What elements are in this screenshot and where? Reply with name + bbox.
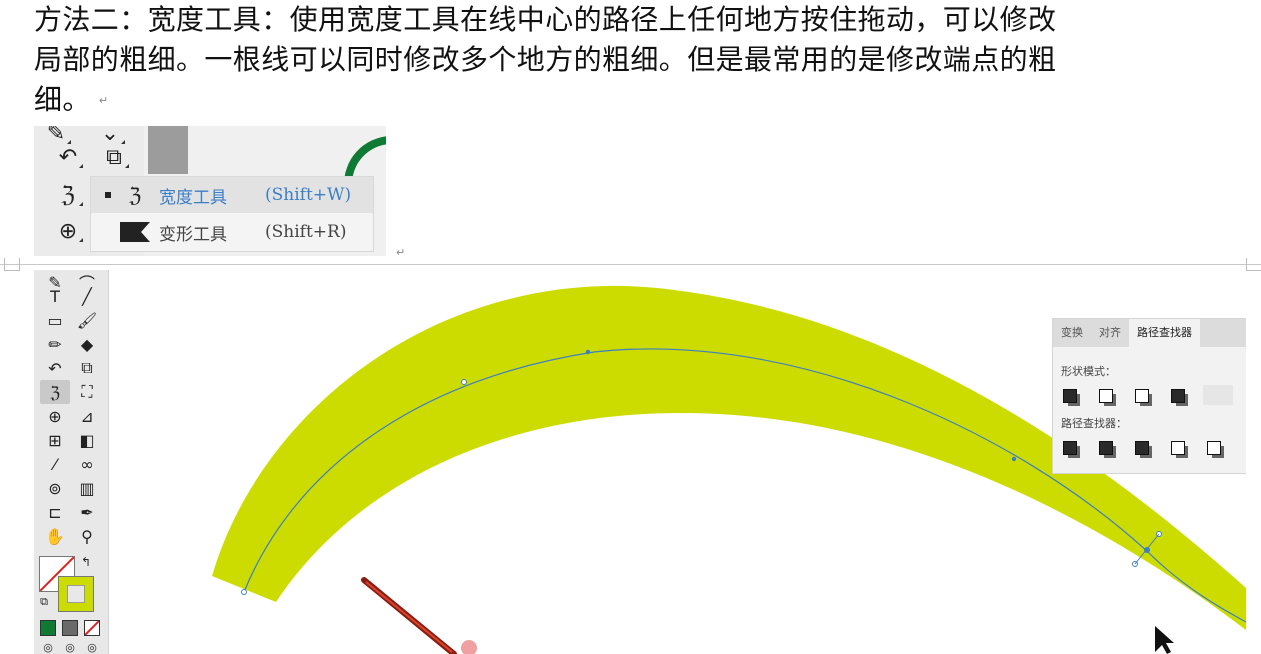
- shape-modes-row: [1059, 385, 1233, 407]
- rectangle-tool-icon[interactable]: ▭: [40, 308, 70, 332]
- merge-button[interactable]: [1131, 437, 1153, 459]
- document-paragraph: 方法二：宽度工具：使用宽度工具在线中心的路径上任何地方按住拖动，可以修改 局部的…: [34, 0, 1249, 121]
- width-tool-icon[interactable]: ℨ: [40, 380, 70, 404]
- perspective-grid-icon[interactable]: ⊿: [72, 404, 102, 428]
- expand-button[interactable]: [1203, 385, 1233, 405]
- free-transform-icon[interactable]: ⛶: [72, 380, 102, 404]
- shape-modes-label: 形状模式：: [1061, 365, 1116, 378]
- slice-tool-icon[interactable]: ✒: [72, 500, 102, 524]
- pencil-tool-icon[interactable]: ✏: [40, 332, 70, 356]
- eraser-tool-icon[interactable]: ◆: [72, 332, 102, 356]
- flyout-item-shortcut: (Shift+R): [265, 222, 347, 242]
- divide-button[interactable]: [1059, 437, 1081, 459]
- rotate-icon[interactable]: ↶: [50, 142, 86, 172]
- tab-transform[interactable]: 变换: [1053, 319, 1091, 347]
- scale-tool-icon[interactable]: ⧉: [72, 356, 102, 380]
- pathfinders-row: [1059, 437, 1225, 459]
- minus-front-button[interactable]: [1095, 385, 1117, 407]
- trim-button[interactable]: [1095, 437, 1117, 459]
- draw-behind-icon[interactable]: ◎: [60, 640, 80, 654]
- flyout-item-width-tool[interactable]: ℨ 宽度工具 (Shift+W): [91, 177, 373, 213]
- width-point-marker: [1144, 547, 1150, 553]
- draw-inside-icon[interactable]: ◎: [82, 640, 102, 654]
- width-tool-icon: ℨ: [128, 183, 142, 207]
- stroke-color-swatch[interactable]: [58, 576, 94, 612]
- column-graph-icon[interactable]: ▥: [72, 476, 102, 500]
- rotate-tool-icon[interactable]: ↶: [40, 356, 70, 380]
- tool-flyout-menu: ℨ 宽度工具 (Shift+W) 变形工具 (Shift+R): [90, 176, 374, 252]
- pathfinders-label: 路径查找器：: [1061, 417, 1127, 430]
- outline-button[interactable]: [1203, 437, 1225, 459]
- default-colors-icon[interactable]: ⧉: [36, 594, 52, 610]
- pathfinder-panel: 变换 对齐 路径查找器 形状模式： 路径查找器：: [1052, 318, 1246, 474]
- selected-bullet-icon: [105, 192, 111, 198]
- draw-normal-icon[interactable]: ◎: [38, 640, 58, 654]
- scale-icon[interactable]: ⧉: [96, 142, 132, 172]
- paragraph-mark-icon: ↵: [396, 246, 406, 259]
- paragraph-line-3-text: 细。: [34, 83, 91, 116]
- anchor-point: [461, 379, 467, 385]
- artboard-tool-icon[interactable]: ⊏: [40, 500, 70, 524]
- line-tool-icon[interactable]: ╱: [72, 284, 102, 308]
- exclude-button[interactable]: [1167, 385, 1189, 407]
- gradient-tool-icon[interactable]: ◧: [72, 428, 102, 452]
- gradient-mode-icon[interactable]: [62, 620, 78, 636]
- shape-builder-icon[interactable]: ⊕: [50, 216, 86, 246]
- mesh-tool-icon[interactable]: ⊞: [40, 428, 70, 452]
- mouse-cursor-icon: [1155, 626, 1174, 654]
- anchor-point: [241, 589, 247, 595]
- flyout-item-shortcut: (Shift+W): [265, 185, 352, 205]
- flyout-item-warp-tool[interactable]: 变形工具 (Shift+R): [91, 214, 373, 250]
- anchor-point: [1011, 456, 1017, 462]
- zoom-tool-icon[interactable]: ⚲: [72, 524, 102, 548]
- divider-marker-right: [1246, 258, 1261, 271]
- eyedropper-tool-icon[interactable]: ⁄: [40, 452, 70, 476]
- flyout-item-label: 宽度工具: [159, 187, 227, 208]
- paintbrush-tool-icon[interactable]: 🖌: [72, 308, 102, 332]
- tab-align[interactable]: 对齐: [1091, 319, 1129, 347]
- shape-builder-icon[interactable]: ⊕: [40, 404, 70, 428]
- section-divider: [0, 264, 1261, 265]
- illustrator-canvas-screenshot: ✎ ⌒ T ╱ ▭ 🖌 ✏ ◆ ↶ ⧉ ℨ ⛶ ⊕ ⊿ ⊞ ◧ ⁄ ∞ ⊚ ▥ …: [34, 270, 1246, 654]
- swap-colors-icon[interactable]: ↰: [78, 554, 94, 570]
- blend-tool-icon[interactable]: ∞: [72, 452, 102, 476]
- panel-tab-bar: 变换 对齐 路径查找器: [1053, 319, 1246, 347]
- color-mode-icon[interactable]: [40, 620, 56, 636]
- tab-pathfinder[interactable]: 路径查找器: [1129, 319, 1200, 347]
- paragraph-line-3: 细。 ↵: [34, 80, 1249, 121]
- tool-flyout-screenshot: ✎ ⌄ ↶ ⧉ ℨ ⊕ ℨ 宽度工具 (Shift+W) 变形工具 (Shift…: [34, 126, 386, 256]
- pen-tip-highlight: [461, 640, 477, 654]
- divider-marker-left: [4, 258, 20, 271]
- anchor-point: [585, 349, 591, 355]
- illustrator-toolbar: ✎ ⌒ T ╱ ▭ 🖌 ✏ ◆ ↶ ⧉ ℨ ⛶ ⊕ ⊿ ⊞ ◧ ⁄ ∞ ⊚ ▥ …: [34, 270, 109, 654]
- type-tool-icon[interactable]: T: [40, 284, 70, 308]
- paragraph-line-2: 局部的粗细。一根线可以同时修改多个地方的粗细。但是最常用的是修改端点的粗: [34, 43, 1057, 76]
- paragraph-line-1: 方法二：宽度工具：使用宽度工具在线中心的路径上任何地方按住拖动，可以修改: [34, 3, 1057, 36]
- none-mode-icon[interactable]: [84, 620, 100, 636]
- intersect-button[interactable]: [1131, 385, 1153, 407]
- unite-button[interactable]: [1059, 385, 1081, 407]
- flyout-item-label: 变形工具: [159, 224, 227, 245]
- warp-tool-icon: [119, 220, 151, 244]
- symbol-sprayer-icon[interactable]: ⊚: [40, 476, 70, 500]
- paragraph-mark-icon: ↵: [98, 94, 109, 107]
- hand-tool-icon[interactable]: ✋: [40, 524, 70, 548]
- crop-button[interactable]: [1167, 437, 1189, 459]
- gray-swatch: [148, 126, 188, 174]
- width-tool-icon[interactable]: ℨ: [50, 180, 86, 210]
